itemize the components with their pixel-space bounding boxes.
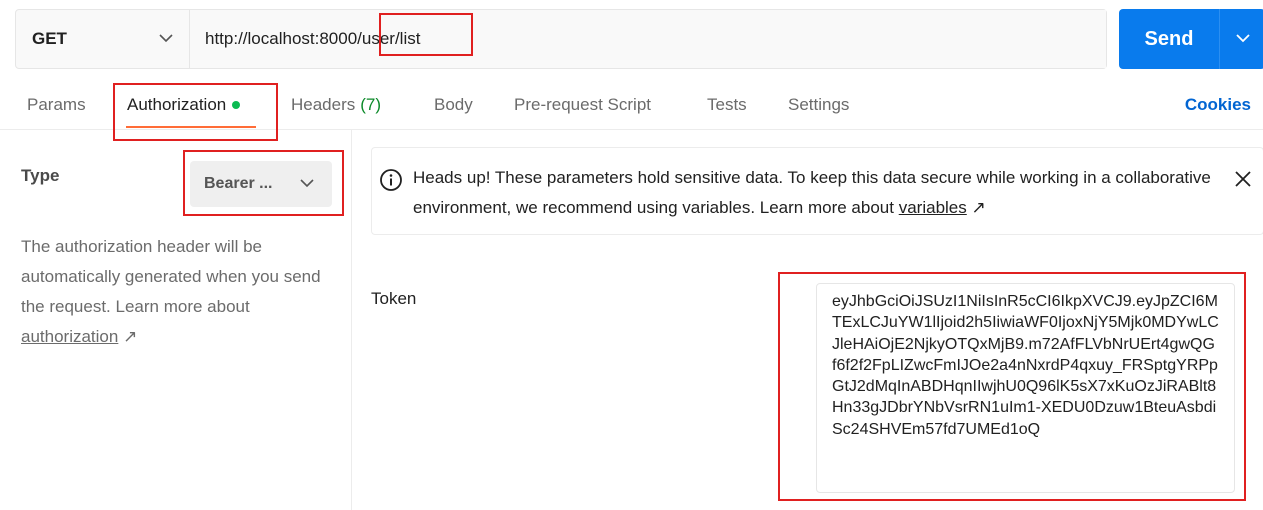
auth-type-value: Bearer ... [204,175,273,192]
tab-tests[interactable]: Tests [707,82,747,128]
tab-settings[interactable]: Settings [788,82,849,128]
tab-label: Tests [707,95,747,114]
send-button[interactable]: Send [1119,9,1220,69]
tab-label: Params [27,95,86,114]
token-input[interactable]: eyJhbGciOiJSUzI1NiIsInR5cCI6IkpXVCJ9.eyJ… [816,283,1235,493]
auth-description: The authorization header will be automat… [21,232,341,352]
request-tabs: Params Authorization Headers (7) Body Pr… [0,82,1263,128]
auth-type-select[interactable]: Bearer ... [190,161,332,207]
tab-label: Pre-request Script [514,95,651,114]
cookies-link[interactable]: Cookies [1185,82,1251,128]
tab-label: Body [434,95,473,114]
external-link-icon: ↗ [971,198,986,217]
tab-label: Headers [291,95,356,114]
chevron-down-icon [159,30,173,48]
chevron-down-icon [1235,30,1250,48]
chevron-down-icon [300,175,314,193]
authorization-link[interactable]: authorization [21,327,118,346]
variables-link[interactable]: variables [899,198,967,217]
tab-pre-request-script[interactable]: Pre-request Script [514,82,651,128]
request-bar: GET http://localhost:8000/user/list [15,9,1107,69]
tab-headers[interactable]: Headers (7) [291,82,381,128]
send-options-button[interactable] [1220,9,1263,69]
tab-authorization[interactable]: Authorization [127,82,241,128]
tab-params[interactable]: Params [27,82,86,128]
close-icon[interactable] [1234,170,1252,193]
alert-message: Heads up! These parameters hold sensitiv… [413,168,1211,217]
active-tab-indicator [126,126,256,128]
headers-count: (7) [360,95,382,114]
tab-label: Authorization [127,95,227,114]
info-icon [379,168,403,197]
tab-label: Settings [788,95,850,114]
url-input[interactable]: http://localhost:8000/user/list [190,10,1106,68]
external-link-icon: ↗ [123,327,138,346]
send-group: Send [1119,9,1263,69]
token-label: Token [371,289,417,308]
method-label: GET [32,29,67,48]
type-label: Type [21,166,60,185]
active-dot-icon [232,101,241,109]
divider [0,129,1263,130]
sensitive-data-alert: Heads up! These parameters hold sensitiv… [371,147,1263,235]
divider [351,130,352,510]
auth-description-text: The authorization header will be automat… [21,237,321,316]
method-select[interactable]: GET [16,10,190,68]
tab-body[interactable]: Body [434,82,473,128]
alert-text: Heads up! These parameters hold sensitiv… [413,163,1223,223]
